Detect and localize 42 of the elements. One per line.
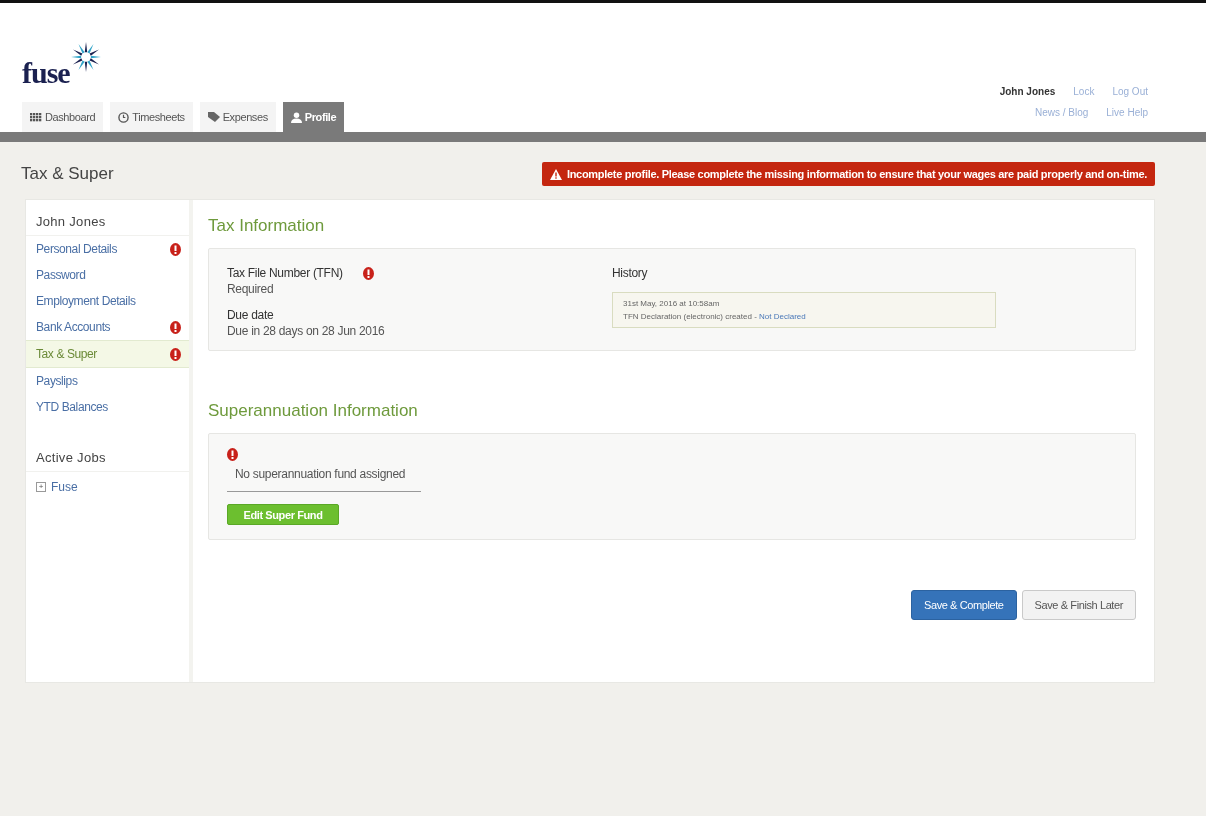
nav-tab[interactable]: Profile [282,102,345,132]
warning-icon [362,266,374,280]
warning-icon [170,347,181,361]
field-label: Tax File Number (TFN) [227,266,343,280]
field-label: Due date [227,308,275,322]
page-title: Tax & Super [21,164,114,184]
warning-icon [170,242,181,256]
history-date: 31st May, 2016 at 10:58am [623,299,721,308]
super-message: No superannuation fund assigned [234,467,407,481]
user-name: John Jones [999,86,1056,97]
section-title: Superannuation Information [208,401,419,421]
save-later-button[interactable]: Save & Finish Later [1021,590,1136,620]
save-button[interactable]: Save & Complete [911,590,1017,620]
sidebar-heading: Active Jobs [26,436,189,472]
history-label: History [612,266,649,280]
grid-icon [30,112,42,122]
field-value: Due in 28 days on 28 Jun 2016 [227,324,386,338]
history-link[interactable]: Not Declared [759,312,806,321]
sidebar-heading: John Jones [26,200,189,236]
warning-icon [170,320,181,334]
field-value: Required [227,282,275,296]
nav-tab[interactable]: Dashboard [22,102,104,132]
logo[interactable]: fuse [22,58,70,88]
sidebar-item[interactable]: Password [26,262,189,288]
warning-triangle-icon [549,168,562,180]
nav-tab[interactable]: Expenses [199,102,276,132]
warning-icon [227,448,238,461]
sidebar-item[interactable]: Payslips [26,368,189,394]
nav-tab[interactable]: Timesheets [110,102,193,132]
expand-toggle[interactable]: + [36,482,46,492]
job-link[interactable]: Fuse [51,480,78,494]
sidebar-item[interactable]: Employment Details [26,288,189,314]
clock-icon [118,111,130,123]
section-title: Tax Information [208,216,326,236]
sidebar-item[interactable]: Tax & Super [26,340,189,368]
sidebar-item[interactable]: YTD Balances [26,394,189,420]
tag-icon [207,112,220,122]
user-icon [290,111,302,123]
history-text: TFN Declaration (electronic) created - Not Declared [623,312,807,321]
sidebar-item[interactable]: Personal Details [26,236,189,262]
sidebar-item[interactable]: Bank Accounts [26,314,189,340]
alert-text: Incomplete profile. Please complete the missing information to ensure that your wages are paid properly and on-time. [566,168,1147,180]
